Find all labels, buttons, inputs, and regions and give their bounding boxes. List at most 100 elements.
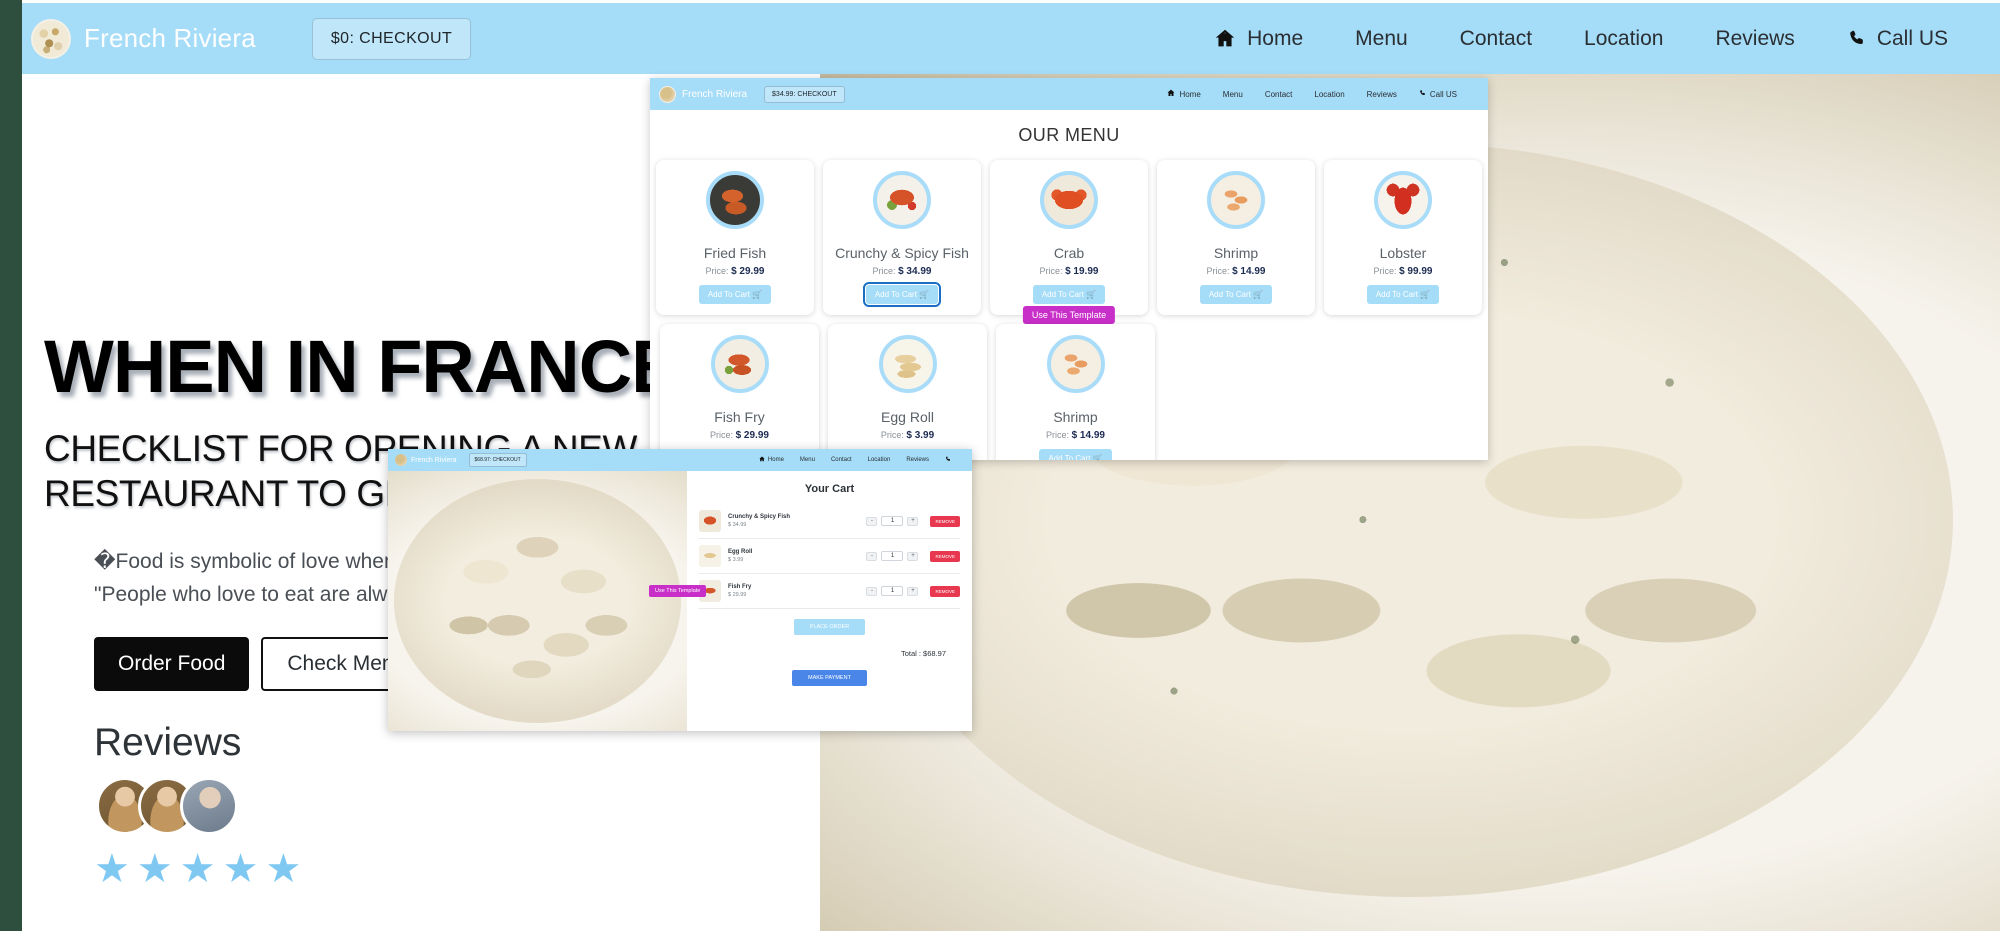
cart-total: Total : $68.97: [900, 649, 946, 658]
menu-heading: OUR MENU: [1018, 125, 1120, 145]
brand[interactable]: French Riviera: [31, 18, 256, 59]
home-icon: [1167, 89, 1175, 99]
food-name: Shrimp: [1213, 245, 1259, 261]
checkout-button[interactable]: $68.97: CHECKOUT: [468, 453, 527, 467]
menu-card[interactable]: Crunchy & Spicy Fish Price: $ 34.99 Add …: [823, 160, 981, 315]
menu-card[interactable]: Shrimp Price: $ 14.99 Add To Cart 🛒: [996, 324, 1155, 460]
nav-item-location[interactable]: Location: [1558, 27, 1689, 51]
qty-value[interactable]: 1: [881, 551, 904, 561]
menu-page-window: French Riviera $34.99: CHECKOUT Home Men…: [650, 78, 1488, 460]
cart-item-name: Fish Fry: [728, 584, 752, 590]
quantity-stepper: - 1 +: [866, 551, 919, 561]
increase-qty-button[interactable]: +: [907, 516, 919, 526]
food-image: [706, 171, 764, 229]
use-this-template-button[interactable]: Use This Template: [1022, 306, 1116, 324]
nav-item-call-us[interactable]: Call US: [1408, 89, 1468, 99]
nav-item-contact[interactable]: Contact: [1434, 27, 1558, 51]
food-name: Fried Fish: [703, 245, 767, 261]
logo-icon: [31, 18, 71, 59]
menu-cards-row-1: Fried Fish Price: $ 29.99 Add To Cart 🛒 …: [650, 160, 1488, 324]
star-icon: ★: [94, 847, 130, 892]
food-price: Price: $ 29.99: [710, 430, 769, 441]
nav-label-call-us: Call US: [1429, 89, 1457, 99]
food-price: Price: $ 3.99: [880, 430, 935, 441]
menu-card[interactable]: Fish Fry Price: $ 29.99 Add To Cart 🛒: [660, 324, 819, 460]
menu-card[interactable]: Lobster Price: $ 99.99 Add To Cart 🛒: [1324, 160, 1482, 315]
nav-item-home[interactable]: Home: [751, 456, 792, 464]
increase-qty-button[interactable]: +: [907, 551, 919, 561]
main-nav: Home Menu Contact Location Reviews Call …: [1188, 27, 1974, 51]
increase-qty-button[interactable]: +: [907, 586, 919, 596]
logo-icon: [659, 85, 676, 103]
remove-item-button[interactable]: REMOVE: [930, 550, 960, 562]
menu-card[interactable]: Egg Roll Price: $ 3.99 Add To Cart 🛒: [828, 324, 987, 460]
food-image: [1207, 171, 1265, 229]
cart-icon: 🛒: [1086, 290, 1097, 299]
use-this-template-button[interactable]: Use This Template: [649, 585, 707, 597]
nav-item-location[interactable]: Location: [860, 457, 899, 463]
food-name: Shrimp: [1053, 409, 1098, 425]
add-to-cart-button[interactable]: Add To Cart 🛒: [1032, 285, 1106, 304]
cart-item-info: Fish Fry $ 29.99: [728, 584, 859, 598]
food-thumbnail: [699, 510, 721, 532]
make-payment-button[interactable]: MAKE PAYMENT: [792, 670, 867, 686]
cart-item-info: Egg Roll $ 3.99: [728, 549, 859, 563]
decrease-qty-button[interactable]: -: [866, 516, 878, 526]
food-name: Crunchy & Spicy Fish: [835, 245, 969, 261]
home-icon: [759, 456, 765, 464]
cart-icon: 🛒: [1092, 454, 1103, 460]
food-name: Lobster: [1379, 245, 1427, 261]
add-to-cart-button[interactable]: Add To Cart 🛒: [862, 282, 942, 307]
cart-food-photo: [388, 471, 687, 731]
brand-name: French Riviera: [682, 88, 748, 100]
nav-item-home[interactable]: Home: [1188, 27, 1329, 51]
remove-item-button[interactable]: REMOVE: [930, 515, 960, 527]
brand-name: French Riviera: [411, 456, 457, 464]
nav-item-reviews[interactable]: Reviews: [1689, 27, 1820, 51]
add-to-cart-button[interactable]: Add To Cart 🛒: [698, 285, 772, 304]
nav-item-contact[interactable]: Contact: [823, 457, 860, 463]
food-name: Fish Fry: [714, 409, 765, 425]
cart-window-nav: Home Menu Contact Location Reviews: [751, 456, 959, 464]
order-food-button[interactable]: Order Food: [94, 637, 250, 692]
nav-item-call-us[interactable]: [937, 456, 959, 464]
food-image: [1046, 335, 1105, 393]
food-name: Crab: [1053, 245, 1085, 261]
food-name: Egg Roll: [881, 409, 934, 425]
nav-item-reviews[interactable]: Reviews: [1356, 90, 1408, 99]
food-price: Price: $ 14.99: [1046, 430, 1105, 441]
qty-value[interactable]: 1: [881, 586, 904, 596]
nav-item-call-us[interactable]: Call US: [1821, 27, 1974, 51]
nav-item-menu[interactable]: Menu: [1329, 27, 1434, 51]
nav-item-contact[interactable]: Contact: [1254, 90, 1304, 99]
star-icon: ★: [222, 847, 259, 892]
checkout-button[interactable]: $0: CHECKOUT: [311, 17, 472, 60]
food-price: Price: $ 99.99: [1373, 266, 1433, 277]
nav-item-menu[interactable]: Menu: [1212, 90, 1254, 99]
nav-item-location[interactable]: Location: [1303, 90, 1355, 99]
add-to-cart-button[interactable]: Add To Cart 🛒: [1199, 285, 1273, 304]
qty-value[interactable]: 1: [881, 516, 904, 526]
remove-item-button[interactable]: REMOVE: [930, 585, 960, 597]
menu-card[interactable]: Shrimp Price: $ 14.99 Add To Cart 🛒: [1157, 160, 1315, 315]
nav-item-home[interactable]: Home: [1156, 89, 1211, 99]
nav-label-call-us: Call US: [1876, 26, 1948, 50]
star-icon: ★: [179, 847, 216, 892]
place-order-button[interactable]: PLACE ORDER: [793, 619, 866, 635]
add-to-cart-button[interactable]: Add To Cart 🛒: [1366, 285, 1440, 304]
menu-card[interactable]: Fried Fish Price: $ 29.99 Add To Cart 🛒: [656, 160, 814, 315]
decrease-qty-button[interactable]: -: [866, 586, 878, 596]
checkout-button[interactable]: $34.99: CHECKOUT: [764, 85, 845, 103]
cart-item-row: Use This Template Fish Fry $ 29.99 - 1 +…: [649, 574, 960, 609]
cart-page-window: French Riviera $68.97: CHECKOUT Home Men…: [388, 449, 972, 731]
menu-card[interactable]: Crab Price: $ 19.99 Add To Cart 🛒 Use Th…: [990, 160, 1148, 324]
food-image: [710, 335, 769, 393]
nav-item-menu[interactable]: Menu: [792, 457, 823, 463]
cart-icon: 🛒: [752, 290, 763, 299]
nav-item-reviews[interactable]: Reviews: [898, 457, 937, 463]
add-to-cart-button[interactable]: Add To Cart 🛒: [1039, 449, 1112, 460]
food-thumbnail: [699, 545, 721, 567]
cart-item-row: Crunchy & Spicy Fish $ 34.99 - 1 + REMOV…: [699, 504, 960, 539]
cart-item-price: $ 29.99: [728, 592, 747, 598]
decrease-qty-button[interactable]: -: [866, 551, 878, 561]
